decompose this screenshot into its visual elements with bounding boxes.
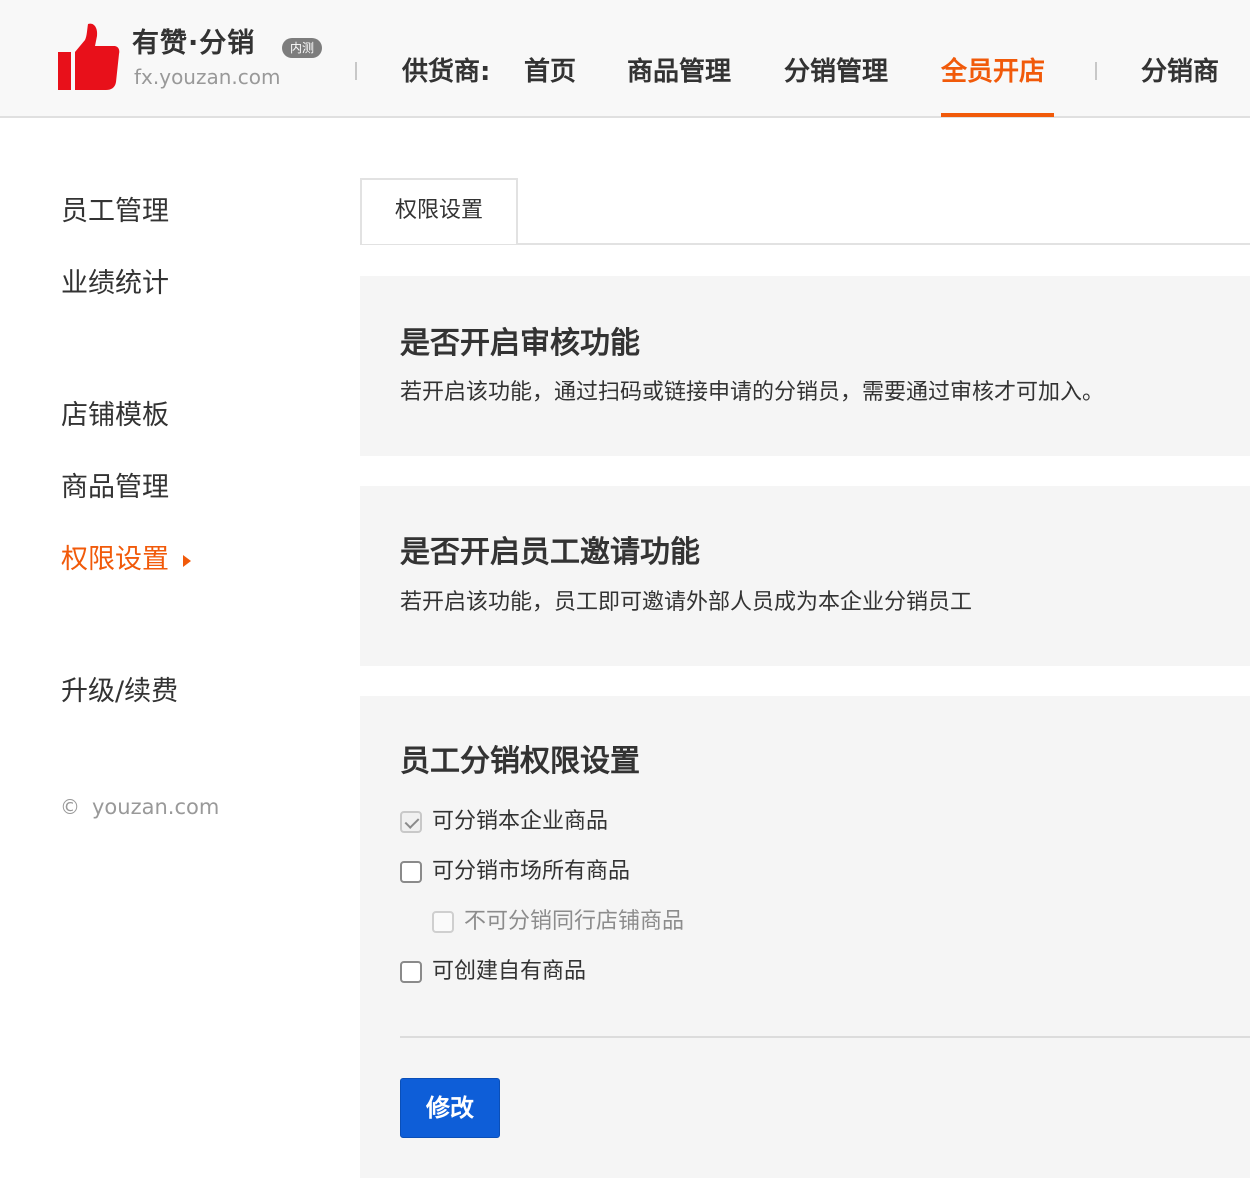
copyright: © youzan.com [60, 793, 219, 821]
permissions-section: 员工分销权限设置 可分销本企业商品 可分销市场所有商品 不可分销同行店铺商品 可… [360, 696, 1250, 1178]
option-label: 可分销市场所有商品 [432, 859, 631, 884]
thumbs-up-icon [58, 23, 120, 91]
sidebar-item-permission-settings[interactable]: 权限设置 [61, 542, 169, 578]
nav-separator [355, 62, 357, 80]
checkbox[interactable] [400, 961, 422, 983]
nav-item-all-staff-store[interactable]: 全员开店 [941, 54, 1045, 90]
option-exclude-peer-store-products: 不可分销同行店铺商品 [432, 907, 684, 937]
sidebar-item-store-template[interactable]: 店铺模板 [61, 398, 169, 434]
nav-active-underline [941, 113, 1054, 117]
copyright-text: youzan.com [92, 795, 220, 819]
brand-name: 有赞·分销 [132, 28, 256, 59]
modify-button[interactable]: 修改 [400, 1078, 500, 1138]
option-label: 可分销本企业商品 [432, 809, 609, 834]
sidebar-item-staff-management[interactable]: 员工管理 [61, 194, 169, 230]
copyright-icon: © [60, 795, 80, 819]
invite-section-desc: 若开启该功能，员工即可邀请外部人员成为本企业分销员工 [400, 590, 973, 615]
invite-section-title: 是否开启员工邀请功能 [400, 535, 700, 570]
sidebar-item-performance-stats[interactable]: 业绩统计 [61, 266, 169, 302]
sidebar-item-product-management[interactable]: 商品管理 [61, 470, 169, 506]
checkbox-checked[interactable] [400, 811, 422, 833]
invite-section: 是否开启员工邀请功能 若开启该功能，员工即可邀请外部人员成为本企业分销员工 [360, 486, 1250, 666]
nav-item-product-management[interactable]: 商品管理 [627, 54, 731, 90]
brand-logo[interactable]: 有赞·分销 内测 fx.youzan.com [58, 22, 348, 96]
review-section: 是否开启审核功能 若开启该功能，通过扫码或链接申请的分销员，需要通过审核才可加入… [360, 276, 1250, 456]
nav-supplier-label: 供货商: [402, 57, 491, 87]
sidebar-item-upgrade-renew[interactable]: 升级/续费 [61, 674, 178, 710]
tab-permission-settings[interactable]: 权限设置 [360, 178, 518, 244]
checkbox[interactable] [400, 861, 422, 883]
review-section-desc: 若开启该功能，通过扫码或链接申请的分销员，需要通过审核才可加入。 [400, 380, 1105, 405]
option-distribute-own-products[interactable]: 可分销本企业商品 [400, 807, 608, 837]
brand-domain: fx.youzan.com [134, 65, 281, 89]
review-section-title: 是否开启审核功能 [400, 326, 640, 361]
active-arrow-icon [183, 555, 191, 567]
nav-item-distribution-management[interactable]: 分销管理 [784, 54, 888, 90]
nav-separator [1095, 62, 1097, 80]
top-header: 有赞·分销 内测 fx.youzan.com 供货商: 首页 商品管理 分销管理… [0, 0, 1250, 118]
option-label: 不可分销同行店铺商品 [464, 909, 685, 934]
nav-item-home[interactable]: 首页 [524, 54, 576, 90]
option-label: 可创建自有商品 [432, 959, 587, 984]
nav-item-distributor[interactable]: 分销商 [1141, 54, 1219, 90]
section-divider [400, 1036, 1250, 1038]
option-create-own-products[interactable]: 可创建自有商品 [400, 957, 586, 987]
checkbox-disabled [432, 911, 454, 933]
beta-badge: 内测 [282, 38, 323, 58]
permissions-section-title: 员工分销权限设置 [400, 744, 640, 779]
option-distribute-market-products[interactable]: 可分销市场所有商品 [400, 857, 630, 887]
